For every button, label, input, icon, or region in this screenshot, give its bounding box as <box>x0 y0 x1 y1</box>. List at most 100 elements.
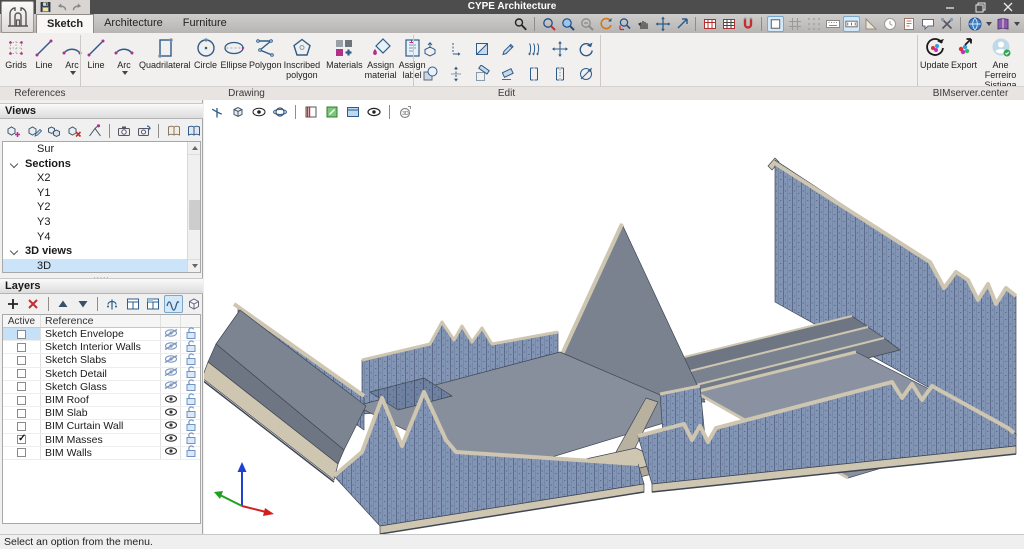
boolean-icon[interactable] <box>417 61 443 86</box>
redo-icon[interactable] <box>71 1 84 13</box>
view-window-icon[interactable] <box>673 16 690 32</box>
tree-item-y1[interactable]: Y1 <box>3 186 187 201</box>
pan-icon[interactable] <box>635 16 652 32</box>
scroll-up-icon[interactable] <box>188 142 201 155</box>
3d-building-model[interactable] <box>204 100 1024 534</box>
move-icon[interactable] <box>547 36 573 61</box>
lock-icon[interactable] <box>180 447 200 459</box>
edit-view-icon[interactable] <box>24 122 42 140</box>
edit-icon[interactable] <box>495 36 521 61</box>
zoom-window-icon[interactable] <box>540 16 557 32</box>
inscribed-polygon-button[interactable]: Inscribed polygon <box>283 35 322 81</box>
quadrilateral-button[interactable]: Quadrilateral <box>138 35 192 71</box>
active-checkbox[interactable] <box>17 422 26 431</box>
column-header-reference[interactable]: Reference <box>41 315 160 327</box>
chevron-down-icon[interactable] <box>10 247 18 255</box>
reference-line-edit-icon[interactable] <box>443 36 469 61</box>
add-layer-icon[interactable] <box>4 295 22 313</box>
templates-icon[interactable] <box>900 16 917 32</box>
undo-icon[interactable] <box>55 1 68 13</box>
add-view-icon[interactable] <box>4 122 22 140</box>
viewport-3d[interactable]: 3D <box>204 100 1024 534</box>
tab-architecture[interactable]: Architecture <box>94 14 173 33</box>
tree-item-y4[interactable]: Y4 <box>3 230 187 245</box>
export-button[interactable]: Export <box>950 35 978 71</box>
dxf-layers-icon[interactable] <box>701 16 718 32</box>
shorten-icon[interactable] <box>547 61 573 86</box>
zoom-out-icon[interactable] <box>578 16 595 32</box>
close-button[interactable] <box>994 0 1022 14</box>
move-view-icon[interactable] <box>654 16 671 32</box>
trim-icon[interactable] <box>469 61 495 86</box>
move-up-icon[interactable] <box>54 295 72 313</box>
tree-item-sur[interactable]: Sur <box>3 142 187 157</box>
active-checkbox[interactable] <box>17 409 26 418</box>
box-3d-icon[interactable] <box>185 295 203 313</box>
visibility-icon[interactable] <box>103 295 121 313</box>
extrude-icon[interactable] <box>417 36 443 61</box>
tab-sketch[interactable]: Sketch <box>36 14 94 33</box>
visibility-eye-icon[interactable] <box>160 447 180 459</box>
layer-row[interactable]: BIM Walls <box>3 447 200 460</box>
chevron-down-icon[interactable] <box>10 159 18 167</box>
point-grid-icon[interactable] <box>805 16 822 32</box>
open-book-arrow-icon[interactable] <box>185 122 203 140</box>
bimserver-web-icon[interactable] <box>966 16 983 32</box>
restore-button[interactable] <box>966 0 994 14</box>
ortho-icon[interactable] <box>862 16 879 32</box>
tree-item-x2[interactable]: X2 <box>3 171 187 186</box>
keyboard-input-icon[interactable] <box>824 16 841 32</box>
dimensions-toggle-icon[interactable] <box>843 16 860 32</box>
line-button[interactable]: Line <box>82 35 110 71</box>
arc-button[interactable]: Arc <box>110 35 138 75</box>
redraw-icon[interactable] <box>597 16 614 32</box>
active-checkbox[interactable] <box>17 356 26 365</box>
frame-toggle-icon[interactable] <box>767 16 784 32</box>
configuration-icon[interactable] <box>938 16 955 32</box>
active-checkbox[interactable] <box>17 448 26 457</box>
transparency-icon[interactable] <box>164 295 182 313</box>
find-icon[interactable] <box>512 16 529 32</box>
active-checkbox[interactable] <box>17 369 26 378</box>
help-icon[interactable] <box>994 16 1011 32</box>
window-split-2-icon[interactable] <box>144 295 162 313</box>
column-header-active[interactable]: Active <box>3 315 41 327</box>
move-down-icon[interactable] <box>74 295 92 313</box>
scrollbar-thumb[interactable] <box>189 200 200 230</box>
capture-icon[interactable] <box>115 122 133 140</box>
grid-toggle-icon[interactable] <box>786 16 803 32</box>
reference-line-button[interactable]: Line <box>30 35 58 71</box>
tab-furniture[interactable]: Furniture <box>173 14 237 33</box>
comments-icon[interactable] <box>919 16 936 32</box>
delete-layer-icon[interactable] <box>24 295 42 313</box>
copy-parallel-icon[interactable] <box>521 36 547 61</box>
recent-icon[interactable] <box>881 16 898 32</box>
view-direction-icon[interactable] <box>85 122 103 140</box>
circle-button[interactable]: Circle <box>192 35 220 71</box>
active-checkbox[interactable] <box>17 330 26 339</box>
scroll-down-icon[interactable] <box>188 259 201 272</box>
tree-item-y2[interactable]: Y2 <box>3 200 187 215</box>
zoom-model-icon[interactable] <box>559 16 576 32</box>
rotate-icon[interactable] <box>573 36 599 61</box>
tree-item-sections[interactable]: Sections <box>3 157 187 172</box>
minimize-button[interactable] <box>936 0 964 14</box>
object-snap-icon[interactable] <box>739 16 756 32</box>
window-split-icon[interactable] <box>124 295 142 313</box>
open-book-icon[interactable] <box>164 122 182 140</box>
update-button[interactable]: Update <box>919 35 950 71</box>
tree-item-3d-views[interactable]: 3D views <box>3 244 187 259</box>
grids-button[interactable]: Grids <box>2 35 30 71</box>
active-checkbox[interactable] <box>17 382 26 391</box>
ellipse-button[interactable]: Ellipse <box>220 35 249 71</box>
dxf-views-icon[interactable] <box>720 16 737 32</box>
materials-button[interactable]: Materials <box>325 35 364 71</box>
extend-icon[interactable] <box>521 61 547 86</box>
polygon-button[interactable]: Polygon <box>248 35 283 71</box>
active-checkbox[interactable] <box>17 435 26 444</box>
save-icon[interactable] <box>39 1 52 13</box>
assign-material-button[interactable]: Assign material <box>364 35 398 81</box>
erase-icon[interactable] <box>495 61 521 86</box>
active-checkbox[interactable] <box>17 396 26 405</box>
tree-scrollbar[interactable] <box>187 142 200 272</box>
